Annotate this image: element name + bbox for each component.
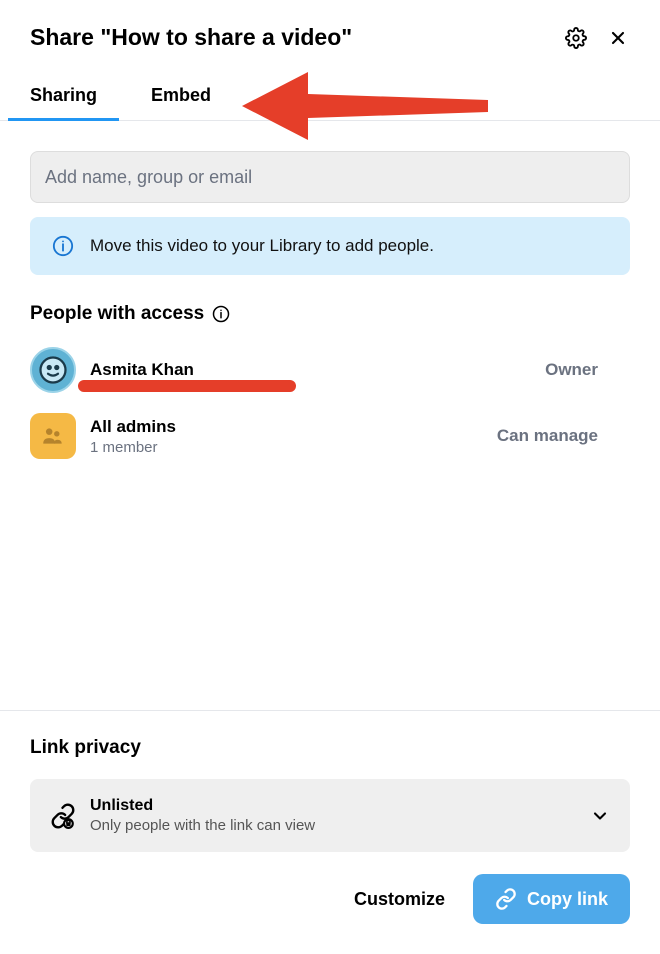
group-name: All admins	[90, 417, 483, 437]
copy-link-button[interactable]: Copy link	[473, 874, 630, 924]
group-avatar	[30, 413, 76, 459]
info-icon	[52, 235, 74, 257]
member-count: 1 member	[90, 439, 483, 456]
library-info-banner: Move this video to your Library to add p…	[30, 217, 630, 275]
dialog-title: Share "How to share a video"	[30, 24, 352, 51]
access-list: Asmita Khan Owner All admins 1 member Ca…	[30, 347, 630, 459]
close-button[interactable]	[606, 26, 630, 50]
link-icon	[50, 803, 76, 829]
footer-actions: Customize Copy link	[30, 874, 630, 924]
privacy-description: Only people with the link can view	[90, 817, 576, 834]
redaction-bar	[78, 380, 296, 392]
add-people-input-wrapper[interactable]	[30, 151, 630, 203]
face-icon	[38, 355, 68, 385]
person-name: Asmita Khan	[90, 360, 531, 380]
access-details: Asmita Khan	[90, 360, 531, 380]
tab-embed[interactable]: Embed	[151, 67, 211, 120]
access-section-title: People with access	[30, 303, 204, 325]
privacy-selector[interactable]: Unlisted Only people with the link can v…	[30, 779, 630, 852]
close-icon	[608, 28, 628, 48]
role-label: Owner	[545, 360, 630, 380]
access-details: All admins 1 member	[90, 417, 483, 456]
banner-text: Move this video to your Library to add p…	[90, 236, 434, 256]
user-avatar	[30, 347, 76, 393]
settings-button[interactable]	[564, 26, 588, 50]
privacy-label: Unlisted	[90, 797, 576, 815]
role-label[interactable]: Can manage	[497, 426, 630, 446]
tab-bar: Sharing Embed	[0, 67, 660, 121]
chevron-down-icon	[590, 806, 610, 826]
access-item-owner: Asmita Khan Owner	[30, 347, 630, 393]
people-icon	[40, 423, 66, 449]
access-section-header: People with access	[30, 303, 630, 325]
add-people-input[interactable]	[45, 167, 615, 188]
info-icon[interactable]	[212, 305, 230, 323]
tab-sharing[interactable]: Sharing	[30, 67, 97, 120]
copy-link-label: Copy link	[527, 889, 608, 910]
header-actions	[564, 26, 630, 50]
privacy-text: Unlisted Only people with the link can v…	[90, 797, 576, 834]
customize-button[interactable]: Customize	[346, 877, 453, 922]
gear-icon	[565, 27, 587, 49]
link-icon	[495, 888, 517, 910]
link-privacy-title: Link privacy	[30, 737, 630, 759]
access-item-admins: All admins 1 member Can manage	[30, 413, 630, 459]
